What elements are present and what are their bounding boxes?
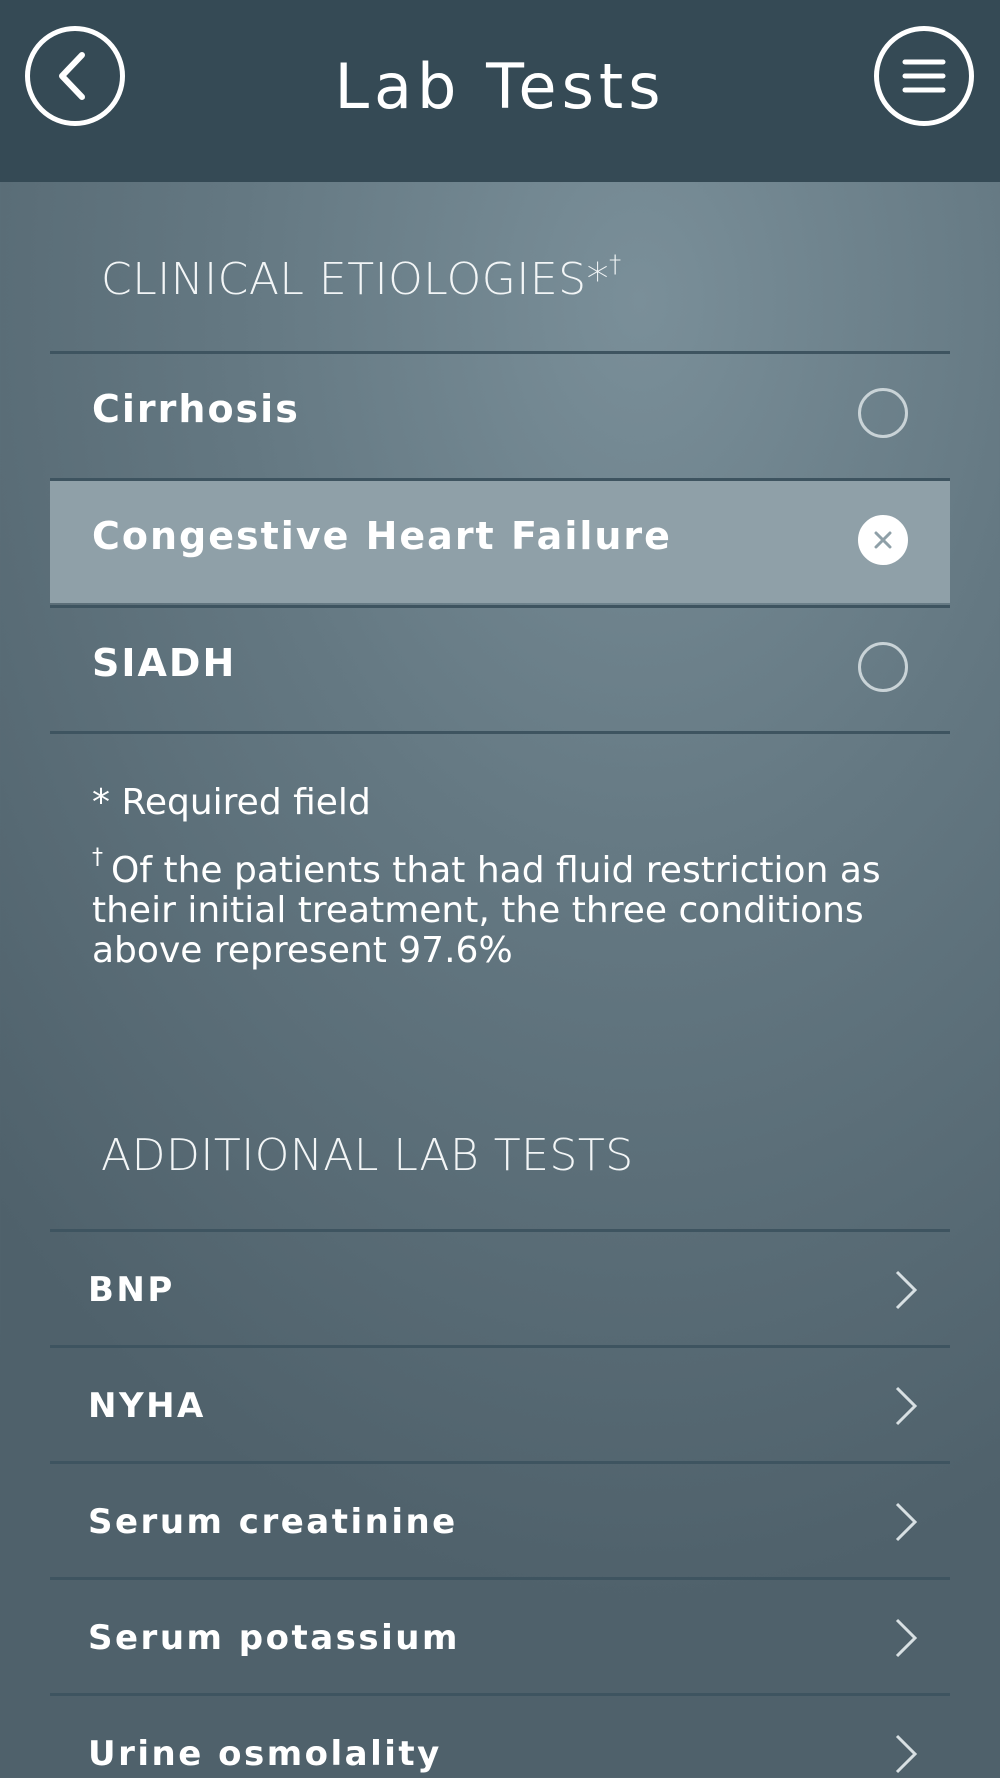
etiology-footnote: † Of the patients that had fluid restrict… [92, 845, 881, 971]
lab-test-label: Serum potassium [88, 1618, 460, 1658]
app-header: Lab Tests [0, 0, 1000, 182]
radio-unchecked-icon[interactable] [858, 642, 908, 692]
chevron-right-icon [895, 1386, 918, 1426]
additional-lab-tests-heading: ADDITIONAL LAB TESTS [101, 1130, 634, 1181]
lab-test-serum-creatinine[interactable]: Serum creatinine [50, 1464, 950, 1580]
etiology-item-siadh[interactable]: SIADH [50, 608, 950, 730]
lab-test-serum-potassium[interactable]: Serum potassium [50, 1580, 950, 1696]
etiology-label: Congestive Heart Failure [92, 514, 672, 558]
etiology-item-cirrhosis[interactable]: Cirrhosis [50, 354, 950, 476]
chevron-right-icon [895, 1270, 918, 1310]
etiology-item-congestive-heart-failure[interactable]: Congestive Heart Failure [50, 481, 950, 603]
lab-test-nyha[interactable]: NYHA [50, 1348, 950, 1464]
footnotes: * Required field † Of the patients that h… [92, 780, 912, 971]
lab-test-bnp[interactable]: BNP [50, 1232, 950, 1348]
lab-test-label: BNP [88, 1270, 175, 1310]
etiology-label: SIADH [92, 641, 237, 685]
etiology-label: Cirrhosis [92, 387, 300, 431]
chevron-right-icon [895, 1734, 918, 1774]
lab-test-urine-osmolality[interactable]: Urine osmolality [50, 1696, 950, 1778]
chevron-right-icon [895, 1502, 918, 1542]
menu-button[interactable] [874, 26, 974, 126]
required-field-note: * Required field [92, 782, 371, 823]
clinical-etiologies-heading: CLINICAL ETIOLOGIES*† [101, 250, 622, 305]
lab-test-label: NYHA [88, 1386, 206, 1426]
chevron-right-icon [895, 1618, 918, 1658]
lab-test-label: Serum creatinine [88, 1502, 458, 1542]
radio-selected-clear-icon[interactable] [858, 515, 908, 565]
radio-unchecked-icon[interactable] [858, 388, 908, 438]
menu-icon [902, 59, 946, 93]
lab-test-label: Urine osmolality [88, 1734, 442, 1774]
divider [50, 731, 950, 734]
page-title: Lab Tests [334, 50, 666, 123]
